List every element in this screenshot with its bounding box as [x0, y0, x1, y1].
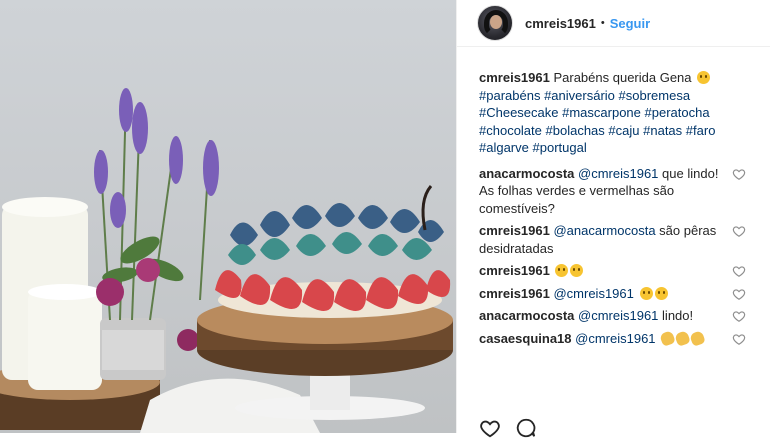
hashtag[interactable]: #aniversário [544, 88, 615, 103]
clapping-hands-icon [674, 329, 692, 347]
comment-mention[interactable]: @cmreis1961 [575, 331, 655, 346]
caption-user[interactable]: cmreis1961 [479, 70, 550, 85]
instagram-post: cmreis1961 • Seguir cmreis1961 Parabéns … [0, 0, 770, 438]
comment-row: cmreis1961 @anacarmocosta são pêras desi… [479, 222, 746, 257]
cake-illustration [0, 88, 453, 433]
hashtag[interactable]: #chocolate [479, 123, 542, 138]
comment-row: anacarmocosta @cmreis1961 que lindo! As … [479, 165, 746, 218]
comment-user[interactable]: anacarmocosta [479, 308, 574, 323]
post-sidebar: cmreis1961 • Seguir cmreis1961 Parabéns … [456, 0, 770, 438]
comment-user[interactable]: cmreis1961 [479, 263, 550, 278]
comment-mention[interactable]: @cmreis1961 [578, 308, 658, 323]
smiley-icon [555, 264, 569, 277]
hashtag[interactable]: #sobremesa [619, 88, 691, 103]
caption-text: Parabéns querida Gena [553, 70, 692, 85]
author-username[interactable]: cmreis1961 [525, 16, 596, 31]
comment-text: lindo! [662, 308, 694, 323]
hashtag[interactable]: #natas [643, 123, 682, 138]
avatar[interactable] [477, 5, 513, 41]
smiley-icon [570, 264, 584, 277]
comment-mention[interactable]: @cmreis1961 [578, 166, 658, 181]
like-icon[interactable] [479, 417, 501, 439]
comment-row: anacarmocosta @cmreis1961 lindo! [479, 307, 746, 325]
comment-user[interactable]: casaesquina18 [479, 331, 572, 346]
comment-user[interactable]: cmreis1961 [479, 223, 550, 238]
hashtag[interactable]: #Cheesecake [479, 105, 559, 120]
hashtag[interactable]: #portugal [533, 140, 587, 155]
comment-icon[interactable] [515, 417, 537, 439]
hashtag[interactable]: #caju [608, 123, 639, 138]
heart-icon[interactable] [732, 309, 746, 323]
smiley-icon [654, 286, 668, 300]
avatar-face [490, 15, 502, 29]
heart-icon[interactable] [732, 264, 746, 278]
heart-icon[interactable] [732, 287, 746, 301]
hashtag[interactable]: #peratocha [645, 105, 710, 120]
smiley-icon [639, 286, 653, 300]
post-photo[interactable] [0, 0, 456, 433]
comment-row: cmreis1961 [479, 262, 746, 280]
heart-icon[interactable] [732, 224, 746, 238]
hashtag[interactable]: #bolachas [546, 123, 605, 138]
comment-user[interactable]: anacarmocosta [479, 166, 574, 181]
clapping-hands-icon [689, 329, 707, 347]
hashtag[interactable]: #parabéns [479, 88, 540, 103]
comment-mention[interactable]: @cmreis1961 [553, 286, 633, 301]
smiley-icon [697, 71, 711, 84]
post-header: cmreis1961 • Seguir [457, 0, 770, 47]
comments-list: cmreis1961 Parabéns querida Gena #parabé… [457, 47, 770, 347]
action-bar [479, 417, 537, 439]
separator-dot: • [600, 17, 605, 29]
comment-user[interactable]: cmreis1961 [479, 286, 550, 301]
heart-icon[interactable] [732, 167, 746, 181]
caption: cmreis1961 Parabéns querida Gena #parabé… [479, 69, 746, 157]
hashtag[interactable]: #faro [686, 123, 716, 138]
comment-row: casaesquina18 @cmreis1961 [479, 329, 746, 348]
follow-button[interactable]: Seguir [610, 16, 650, 31]
hashtag[interactable]: #algarve [479, 140, 529, 155]
comment-mention[interactable]: @anacarmocosta [553, 223, 655, 238]
comment-row: cmreis1961 @cmreis1961 [479, 285, 746, 303]
heart-icon[interactable] [732, 332, 746, 346]
clapping-hands-icon [659, 329, 677, 347]
hashtag[interactable]: #mascarpone [562, 105, 641, 120]
